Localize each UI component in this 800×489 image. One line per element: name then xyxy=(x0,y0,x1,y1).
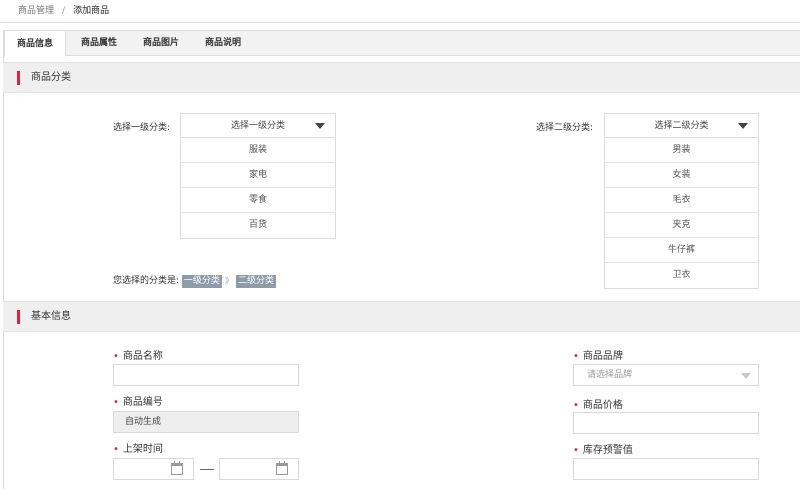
section-accent-bar xyxy=(17,310,20,324)
price-input[interactable] xyxy=(573,412,759,434)
level2-option[interactable]: 夹克 xyxy=(605,213,758,238)
basic-info-section-title: 基本信息 xyxy=(31,311,71,322)
tab-product-images[interactable]: 商品图片 xyxy=(130,30,192,56)
tab-product-info[interactable]: 商品信息 xyxy=(4,30,66,57)
section-accent-bar xyxy=(17,71,20,85)
chevron-down-icon xyxy=(738,123,748,129)
product-name-label-text: 商品名称 xyxy=(122,351,163,362)
selected-category-label: 您选择的分类是: xyxy=(113,276,180,286)
tab-product-description[interactable]: 商品说明 xyxy=(192,30,254,56)
basic-info-section-header: 基本信息 xyxy=(3,301,800,332)
selected-level2-tag: 二级分类 xyxy=(235,275,276,288)
breadcrumb-current: 添加商品 xyxy=(73,6,110,16)
level2-option[interactable]: 牛仔裤 xyxy=(605,238,758,263)
selected-category-summary: 您选择的分类是: 一级分类》二级分类 xyxy=(113,273,276,288)
level2-option[interactable]: 毛衣 xyxy=(605,188,758,213)
category-section-title: 商品分类 xyxy=(31,72,71,83)
listing-time-label: • 上架时间 xyxy=(113,440,163,455)
level1-option[interactable]: 家电 xyxy=(181,163,335,188)
level2-option[interactable]: 卫衣 xyxy=(605,263,758,288)
listing-start-date-input[interactable] xyxy=(113,458,194,480)
level1-category-label: 选择一级分类: xyxy=(113,123,171,133)
product-code-label-text: 商品编号 xyxy=(122,397,163,408)
brand-select-placeholder: 请选择品牌 xyxy=(587,370,633,380)
listing-end-date-input[interactable] xyxy=(219,458,299,480)
level1-option[interactable]: 零食 xyxy=(181,188,335,213)
required-mark: • xyxy=(573,351,579,362)
level2-category-label: 选择二级分类: xyxy=(536,123,594,133)
tab-product-attributes[interactable]: 商品属性 xyxy=(68,30,130,56)
required-mark: • xyxy=(113,351,119,362)
price-label: • 商品价格 xyxy=(573,396,623,411)
calendar-icon[interactable] xyxy=(276,461,288,475)
stock-alert-input[interactable] xyxy=(573,458,759,480)
brand-label-text: 商品品牌 xyxy=(582,351,623,362)
chevron-down-icon xyxy=(741,373,751,379)
stock-alert-label: • 库存预警值 xyxy=(573,441,633,456)
required-mark: • xyxy=(113,397,119,408)
price-label-text: 商品价格 xyxy=(582,400,623,411)
category-section-header: 商品分类 xyxy=(3,62,800,93)
required-mark: • xyxy=(113,444,119,455)
level1-category-select[interactable]: 选择一级分类 xyxy=(181,114,335,138)
level2-category-dropdown[interactable]: 选择二级分类 男装 女装 毛衣 夹克 牛仔裤 卫衣 xyxy=(604,113,759,289)
level2-selected-text: 选择二级分类 xyxy=(654,121,709,131)
product-code-field: 自动生成 xyxy=(113,411,299,433)
calendar-icon[interactable] xyxy=(171,461,183,475)
product-code-label: • 商品编号 xyxy=(113,393,163,408)
chevron-down-icon xyxy=(315,123,325,129)
brand-label: • 商品品牌 xyxy=(573,347,623,362)
selected-level1-tag: 一级分类 xyxy=(181,275,222,288)
product-name-label: • 商品名称 xyxy=(113,347,163,362)
arrow-icon: 》 xyxy=(224,276,233,285)
level1-option[interactable]: 服装 xyxy=(181,138,335,163)
breadcrumb-separator: / xyxy=(62,6,66,16)
date-range-separator xyxy=(200,469,214,470)
required-mark: • xyxy=(573,400,579,411)
level2-option[interactable]: 男装 xyxy=(605,138,758,163)
level1-selected-text: 选择一级分类 xyxy=(230,121,285,131)
level2-category-select[interactable]: 选择二级分类 xyxy=(605,114,758,138)
brand-select[interactable]: 请选择品牌 xyxy=(573,364,759,386)
level2-option[interactable]: 女装 xyxy=(605,163,758,188)
stock-alert-label-text: 库存预警值 xyxy=(582,445,633,456)
level1-category-dropdown[interactable]: 选择一级分类 服装 家电 零食 百货 xyxy=(180,113,336,239)
breadcrumb-parent[interactable]: 商品管理 xyxy=(18,6,54,16)
level1-option[interactable]: 百货 xyxy=(181,213,335,238)
required-mark: • xyxy=(573,445,579,456)
tab-bar: 商品信息 商品属性 商品图片 商品说明 xyxy=(3,30,800,57)
listing-time-label-text: 上架时间 xyxy=(122,444,163,455)
breadcrumb: 商品管理 / 添加商品 xyxy=(0,0,800,23)
product-name-input[interactable] xyxy=(113,364,299,386)
